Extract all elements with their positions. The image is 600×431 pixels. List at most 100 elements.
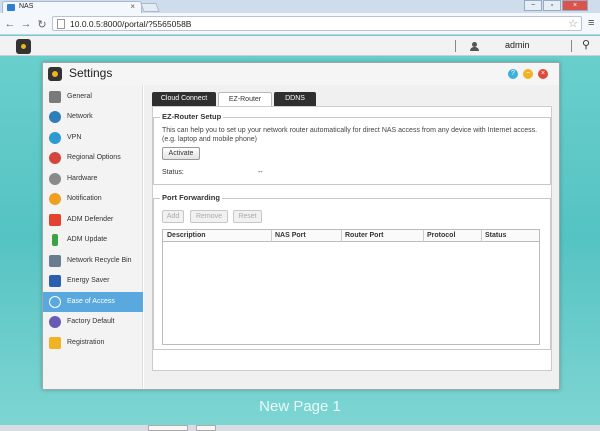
sidebar-item-label: Energy Saver	[67, 277, 110, 284]
sidebar-item-registration[interactable]: Registration	[43, 333, 143, 353]
sidebar-item-ease-of-access[interactable]: Ease of Access	[43, 292, 143, 312]
browser-tabstrip: NAS × − ▫ ×	[0, 0, 600, 13]
column-header-description[interactable]: Description	[167, 232, 206, 239]
sidebar-item-label: Network Recycle Bin	[67, 257, 132, 264]
sidebar-item-network-recycle-bin[interactable]: Network Recycle Bin	[43, 251, 143, 271]
sidebar-item-label: General	[67, 93, 92, 100]
page-label: New Page 1	[259, 398, 341, 415]
sidebar-item-label: Notification	[67, 195, 102, 202]
address-bar[interactable]: 10.0.0.5:8000/portal/?5565058B ☆	[52, 16, 582, 31]
tab-ez-router[interactable]: EZ-Router	[218, 92, 272, 106]
vpn-icon	[49, 132, 61, 144]
notification-icon	[49, 193, 61, 205]
tab-panel: EZ-Router Setup This can help you to set…	[152, 106, 552, 371]
registration-icon	[49, 337, 61, 349]
sidebar-item-label: Registration	[67, 339, 105, 346]
regional-icon	[49, 152, 61, 164]
minimize-button[interactable]: −	[523, 69, 533, 79]
taskbar-item[interactable]	[148, 425, 188, 431]
energy-icon	[49, 275, 61, 287]
sidebar-item-energy-saver[interactable]: Energy Saver	[43, 271, 143, 291]
settings-app-icon	[48, 67, 62, 81]
column-header-router-port[interactable]: Router Port	[345, 232, 384, 239]
section-title: EZ-Router Setup	[160, 112, 224, 121]
shield-icon	[49, 214, 61, 226]
status-label: Status:	[162, 169, 184, 176]
globe-icon	[49, 111, 61, 123]
browser-menu-icon[interactable]: ≡	[588, 17, 594, 29]
sidebar-item-label: Hardware	[67, 175, 98, 182]
tab-ddns[interactable]: DDNS	[274, 92, 316, 106]
sidebar-item-factory-default[interactable]: Factory Default	[43, 312, 143, 332]
general-icon	[49, 91, 61, 103]
taskbar-item[interactable]	[196, 425, 216, 431]
new-tab-button[interactable]	[140, 3, 160, 12]
tab-cloud-connect[interactable]: Cloud Connect	[152, 92, 216, 106]
page-icon	[57, 19, 65, 29]
section-title: Port Forwarding	[160, 193, 222, 202]
remove-button[interactable]: Remove	[190, 210, 228, 223]
window-titlebar[interactable]: Settings ? − ×	[43, 63, 559, 85]
sidebar-item-label: VPN	[67, 134, 82, 141]
browser-tab-title: NAS	[19, 3, 34, 10]
address-url: 10.0.0.5:8000/portal/?5565058B	[70, 19, 192, 29]
sidebar-item-notification[interactable]: Notification	[43, 189, 143, 209]
help-button[interactable]: ?	[508, 69, 518, 79]
activate-button[interactable]: Activate	[162, 147, 200, 160]
settings-window: Settings ? − × General Network VPN Regio…	[42, 62, 560, 390]
cloud-icon	[49, 296, 61, 308]
search-icon[interactable]: ⚲	[582, 38, 590, 51]
sidebar-item-network[interactable]: Network	[43, 107, 143, 127]
sidebar-item-label: ADM Update	[67, 236, 108, 243]
add-button[interactable]: Add	[162, 210, 184, 223]
forward-arrow-icon[interactable]: →	[20, 18, 32, 30]
taskbar	[0, 425, 600, 431]
window-close-button[interactable]: ×	[562, 0, 588, 11]
sidebar-item-label: Ease of Access	[67, 298, 115, 305]
sidebar-item-label: Regional Options	[67, 154, 121, 161]
sidebar-item-label: Factory Default	[67, 318, 115, 325]
sidebar-item-adm-defender[interactable]: ADM Defender	[43, 210, 143, 230]
nas-favicon-icon	[7, 4, 15, 11]
tab-close-icon[interactable]: ×	[130, 2, 135, 11]
username-label[interactable]: admin	[505, 40, 530, 50]
window-restore-button[interactable]: ▫	[543, 0, 561, 11]
sidebar-item-regional-options[interactable]: Regional Options	[43, 148, 143, 168]
back-arrow-icon[interactable]: ←	[4, 18, 16, 30]
adm-top-bar: admin ⚲	[0, 36, 600, 56]
table-header: Description NAS Port Router Port Protoco…	[163, 230, 539, 242]
update-icon	[52, 234, 58, 246]
port-forwarding-section: Port Forwarding Add Remove Reset Descrip…	[153, 193, 551, 350]
browser-toolbar: ← → ↻ 10.0.0.5:8000/portal/?5565058B ☆ ≡	[0, 13, 600, 35]
column-divider	[423, 230, 424, 242]
status-value: --	[258, 169, 263, 176]
settings-sidebar: General Network VPN Regional Options Har…	[43, 85, 143, 389]
bookmark-star-icon[interactable]: ☆	[568, 17, 578, 30]
column-header-nas-port[interactable]: NAS Port	[275, 232, 306, 239]
sidebar-item-vpn[interactable]: VPN	[43, 128, 143, 148]
port-forwarding-table: Description NAS Port Router Port Protoco…	[162, 229, 540, 345]
divider	[455, 40, 456, 52]
window-minimize-button[interactable]: −	[524, 0, 542, 11]
column-divider	[481, 230, 482, 242]
reset-button[interactable]: Reset	[233, 210, 262, 223]
sidebar-item-general[interactable]: General	[43, 87, 143, 107]
column-divider	[341, 230, 342, 242]
sidebar-item-label: ADM Defender	[67, 216, 114, 223]
sidebar-item-hardware[interactable]: Hardware	[43, 169, 143, 189]
column-header-protocol[interactable]: Protocol	[427, 232, 455, 239]
window-title: Settings	[69, 66, 113, 80]
sidebar-item-adm-update[interactable]: ADM Update	[43, 230, 143, 250]
user-icon[interactable]	[470, 42, 479, 51]
browser-tab[interactable]: NAS ×	[2, 1, 142, 13]
recycle-bin-icon	[49, 255, 61, 267]
sidebar-item-label: Network	[67, 113, 93, 120]
hardware-icon	[49, 173, 61, 185]
undo-icon	[49, 316, 61, 328]
ez-router-setup-section: EZ-Router Setup This can help you to set…	[153, 112, 551, 185]
settings-gear-icon	[19, 42, 28, 51]
reload-icon[interactable]: ↻	[36, 18, 48, 31]
column-header-status[interactable]: Status	[485, 232, 506, 239]
adm-home-button[interactable]	[16, 39, 31, 54]
close-button[interactable]: ×	[538, 69, 548, 79]
